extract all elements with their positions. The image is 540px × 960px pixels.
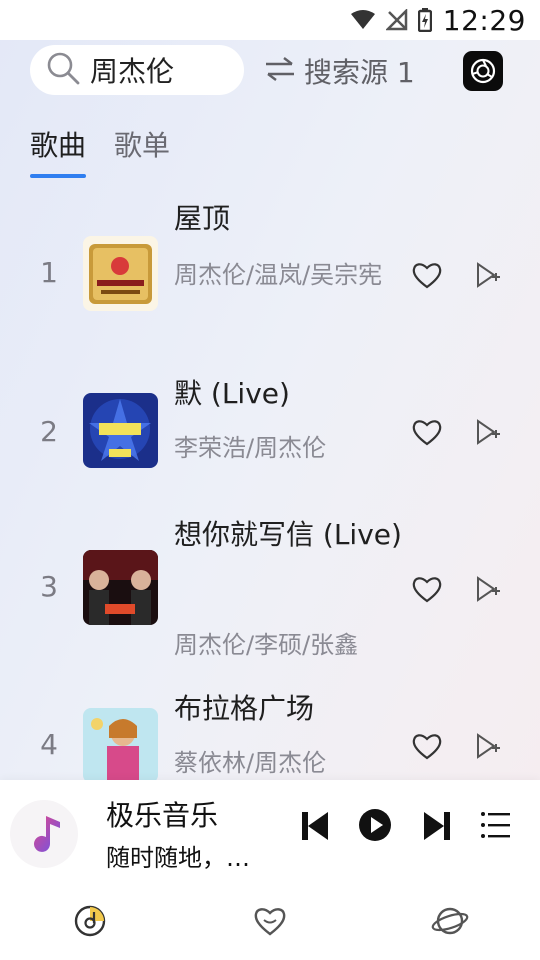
battery-charging-icon: [417, 8, 433, 36]
add-to-playlist-button[interactable]: [474, 575, 502, 603]
app-logo-icon[interactable]: [463, 51, 503, 91]
search-query: 周杰伦: [90, 55, 175, 88]
favorite-button[interactable]: [412, 732, 442, 760]
status-time: 12:29: [442, 4, 526, 37]
status-icons: [350, 7, 433, 36]
play-icon[interactable]: [358, 808, 392, 846]
app-music-note-icon: [10, 800, 78, 868]
search-input[interactable]: 周杰伦: [30, 45, 244, 95]
heart-icon[interactable]: [250, 901, 290, 941]
add-to-playlist-button[interactable]: [474, 418, 502, 446]
tab-bar: 歌曲 歌单: [30, 124, 170, 178]
music-disc-icon[interactable]: [70, 901, 110, 941]
previous-icon[interactable]: [300, 810, 330, 846]
tab-songs[interactable]: 歌曲: [30, 124, 87, 178]
source-label: 搜索源 1: [304, 56, 415, 89]
now-playing-title: 极乐音乐: [106, 799, 219, 832]
source-switch-button[interactable]: 搜索源 1: [264, 50, 415, 92]
status-bar: 12:29: [0, 0, 540, 40]
no-signal-icon: [384, 7, 408, 35]
song-title: 布拉格广场: [174, 692, 315, 725]
song-title: 想你就写信 (Live): [174, 518, 402, 551]
tab-playlists[interactable]: 歌单: [114, 124, 170, 178]
swap-arrows-icon: [264, 56, 296, 86]
album-cover: [83, 236, 158, 311]
playlist-icon[interactable]: [480, 810, 512, 844]
song-index: 3: [40, 570, 58, 603]
favorite-button[interactable]: [412, 261, 442, 289]
song-artist: 周杰伦/李硕/张鑫: [174, 631, 359, 659]
now-playing-bar[interactable]: 极乐音乐 随时随地，…: [0, 780, 540, 883]
add-to-playlist-button[interactable]: [474, 261, 502, 289]
song-index: 4: [40, 728, 58, 761]
album-cover: [83, 708, 158, 783]
add-to-playlist-button[interactable]: [474, 732, 502, 760]
favorite-button[interactable]: [412, 418, 442, 446]
planet-icon[interactable]: [430, 901, 470, 941]
song-artist: 周杰伦/温岚/吴宗宪: [174, 261, 383, 289]
search-icon: [46, 51, 80, 89]
now-playing-subtitle: 随时随地，…: [106, 844, 250, 872]
favorite-button[interactable]: [412, 575, 442, 603]
song-title: 默 (Live): [174, 377, 290, 410]
album-cover: [83, 550, 158, 625]
song-title: 屋顶: [174, 202, 231, 235]
wifi-icon: [350, 9, 376, 35]
bottom-nav: [0, 883, 540, 960]
song-artist: 李荣浩/周杰伦: [174, 434, 327, 462]
next-icon[interactable]: [422, 810, 452, 846]
song-index: 2: [40, 415, 58, 448]
song-index: 1: [40, 256, 58, 289]
album-cover: [83, 393, 158, 468]
